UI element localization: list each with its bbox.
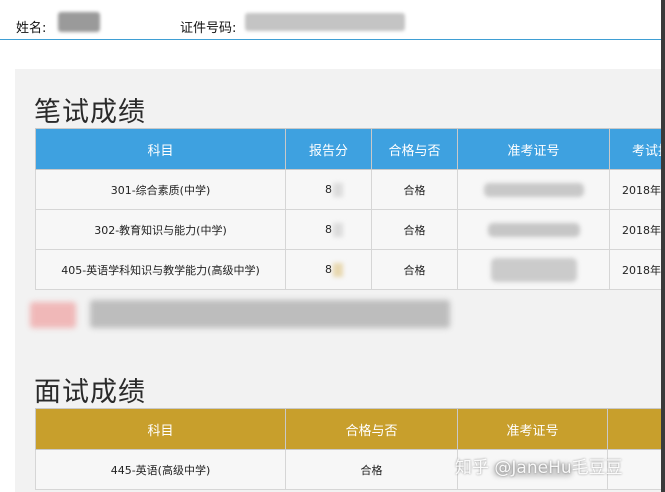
window-edge <box>661 0 665 492</box>
name-label: 姓名: <box>16 21 47 36</box>
score-redacted <box>333 263 343 277</box>
table-row: 405-英语学科知识与教学能力(高级中学) 8 合格 2018年上 <box>35 249 661 290</box>
subject-cell: 302-教育知识与能力(中学) <box>35 209 286 250</box>
score-value: 8 <box>325 183 332 196</box>
ticket-redacted <box>490 257 577 282</box>
personal-info-bar: 姓名: 证件号码: <box>0 0 665 40</box>
col-ticket: 准考证号 <box>457 408 608 450</box>
pass-cell: 合格 <box>371 209 458 250</box>
score-redacted <box>333 183 343 197</box>
ticket-cell <box>457 249 610 290</box>
subject-cell: 405-英语学科知识与教学能力(高级中学) <box>35 249 286 290</box>
col-subject: 科目 <box>35 408 286 450</box>
redacted-note-text <box>90 300 450 328</box>
name-redacted <box>58 12 100 32</box>
pass-cell: 合格 <box>371 249 458 290</box>
ticket-redacted <box>487 222 580 237</box>
subject-cell: 301-综合素质(中学) <box>35 169 286 210</box>
score-redacted <box>333 223 343 237</box>
col-pass: 合格与否 <box>285 408 458 450</box>
exam-date-cell: 2018年上 <box>609 169 661 210</box>
col-score: 报告分 <box>285 128 372 170</box>
score-value: 8 <box>325 263 332 276</box>
exam-date-cell: 2018年上 <box>609 249 661 290</box>
id-number-label: 证件号码: <box>180 21 237 36</box>
redacted-note-badge <box>30 302 76 328</box>
table-row: 302-教育知识与能力(中学) 8 合格 2018年上 <box>35 209 661 250</box>
written-table-viewport: 科目 报告分 合格与否 准考证号 考试批 301-综合素质(中学) 8 合格 2… <box>35 128 661 291</box>
written-score-title: 笔试成绩 <box>34 97 146 128</box>
col-ticket: 准考证号 <box>457 128 610 170</box>
score-cell: 8 <box>285 209 372 250</box>
exam-date-cell: 2018年上 <box>609 209 661 250</box>
ticket-cell <box>457 209 610 250</box>
zhihu-watermark: 知乎 @JaneHu毛豆豆 <box>455 458 623 478</box>
pass-cell: 合格 <box>285 449 458 490</box>
score-value: 8 <box>325 223 332 236</box>
table-row: 301-综合素质(中学) 8 合格 2018年上 <box>35 169 661 210</box>
pass-cell: 合格 <box>371 169 458 210</box>
col-extra <box>607 408 661 450</box>
interview-table-viewport: 科目 合格与否 准考证号 445-英语(高级中学) 合格 <box>35 408 661 492</box>
ticket-redacted <box>483 182 584 197</box>
header-divider <box>0 39 665 40</box>
col-subject: 科目 <box>35 128 286 170</box>
ticket-cell <box>457 169 610 210</box>
interview-score-title: 面试成绩 <box>34 377 146 408</box>
written-score-table: 科目 报告分 合格与否 准考证号 考试批 301-综合素质(中学) 8 合格 2… <box>35 128 661 290</box>
subject-cell: 445-英语(高级中学) <box>35 449 286 490</box>
col-pass: 合格与否 <box>371 128 458 170</box>
id-number-redacted <box>245 13 405 31</box>
col-exam-date: 考试批 <box>609 128 661 170</box>
score-cell: 8 <box>285 169 372 210</box>
score-cell: 8 <box>285 249 372 290</box>
